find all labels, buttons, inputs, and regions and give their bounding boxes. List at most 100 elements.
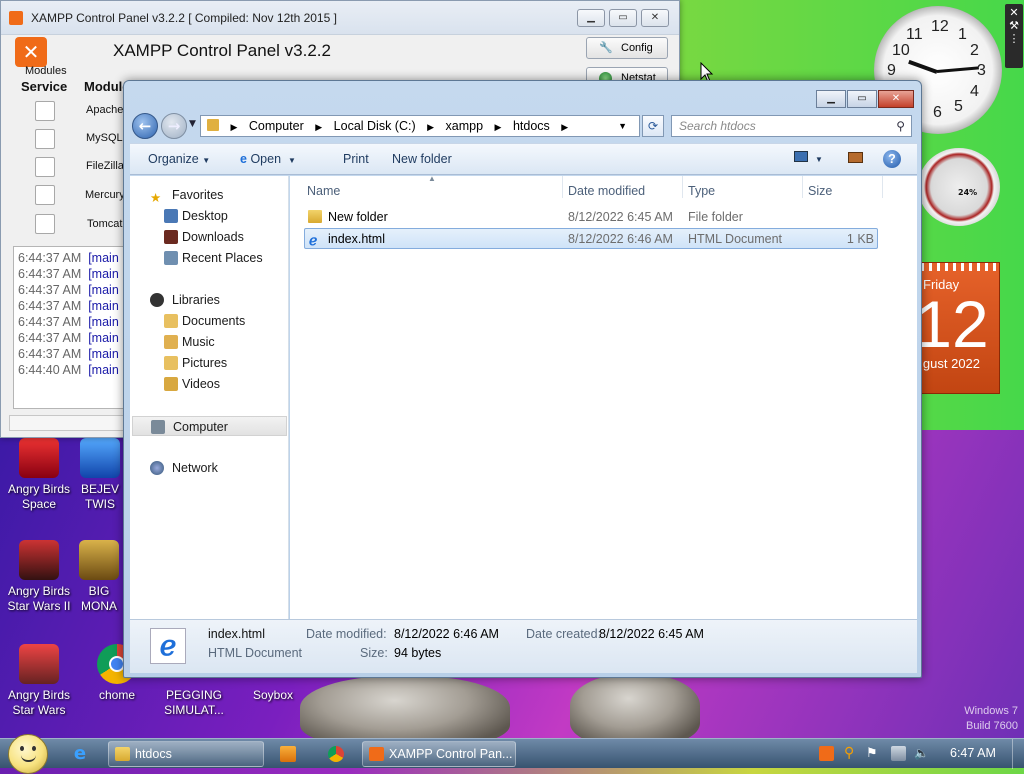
log-time: 6:44:37 AM: [18, 315, 82, 329]
desktop-icon-big-money[interactable]: BIG MONA: [70, 540, 128, 614]
search-input[interactable]: Search htdocs ⚲: [671, 115, 912, 137]
service-checkbox-tomcat[interactable]: [35, 214, 55, 234]
service-column-header: Service: [21, 79, 68, 94]
log-line: 6:44:37 AM [main: [18, 266, 138, 282]
column-header-size[interactable]: Size: [808, 184, 832, 198]
new-folder-button[interactable]: New folder: [392, 152, 452, 166]
xampp-titlebar[interactable]: XAMPP Control Panel v3.2.2 [ Compiled: N…: [1, 1, 679, 35]
nav-item-videos[interactable]: Videos: [164, 374, 220, 394]
file-date: 8/12/2022 6:46 AM: [568, 232, 673, 246]
close-button[interactable]: ✕: [878, 90, 914, 108]
address-dropdown-icon[interactable]: ▼: [618, 116, 627, 136]
internet-explorer-taskbar-icon[interactable]: e: [70, 744, 90, 764]
maximize-button[interactable]: ▭: [609, 9, 637, 27]
desktop-icon-bejeweled[interactable]: BEJEV TWIS: [70, 438, 130, 512]
log-time: 6:44:37 AM: [18, 331, 82, 345]
explorer-window[interactable]: ▁ ▭ ✕ ← → ▼ ▶ Computer ▶ Local Disk (C:)…: [123, 80, 922, 678]
cpu-meter-gadget[interactable]: 24%: [918, 148, 1000, 226]
refresh-button[interactable]: ⟳: [642, 115, 664, 137]
nav-item-desktop[interactable]: Desktop: [164, 206, 228, 226]
taskbar-clock[interactable]: 6:47 AM: [950, 746, 996, 760]
print-button[interactable]: Print: [343, 152, 369, 166]
breadcrumb-separator-icon[interactable]: ▶: [561, 122, 568, 132]
nav-item-pictures[interactable]: Pictures: [164, 353, 227, 373]
xampp-tray-icon[interactable]: [819, 746, 834, 761]
maximize-button[interactable]: ▭: [847, 90, 877, 108]
breadcrumb-separator-icon[interactable]: ▶: [495, 122, 502, 132]
grip-icon[interactable]: ⋮: [1005, 32, 1023, 45]
back-button[interactable]: ←: [132, 113, 158, 139]
desktop-icon-angry-birds-space[interactable]: Angry Birds Space: [0, 438, 78, 512]
search-tray-icon[interactable]: ⚲: [844, 746, 859, 761]
gadget-toolbar[interactable]: ✕ ⚒ ⋮: [1005, 4, 1023, 68]
log-line: 6:44:40 AM [main: [18, 362, 138, 378]
nav-item-downloads[interactable]: Downloads: [164, 227, 244, 247]
nav-item-favorites[interactable]: ★ Favorites: [150, 185, 223, 205]
log-time: 6:44:37 AM: [18, 283, 82, 297]
breadcrumb-htdocs[interactable]: htdocs: [513, 119, 550, 133]
desktop-icon-angry-birds-star-wars-ii[interactable]: Angry Birds Star Wars II: [0, 540, 78, 614]
calendar-rings: [921, 263, 999, 271]
log-time: 6:44:37 AM: [18, 299, 82, 313]
breadcrumb-computer[interactable]: Computer: [249, 119, 304, 133]
recent-pages-chevron-icon[interactable]: ▼: [189, 119, 196, 129]
nav-item-network[interactable]: Network: [150, 458, 218, 478]
breadcrumb-separator-icon[interactable]: ▶: [230, 122, 237, 132]
search-icon[interactable]: ⚲: [896, 116, 905, 136]
column-header-name[interactable]: Name: [307, 184, 340, 198]
forward-button[interactable]: →: [161, 113, 187, 139]
music-icon: [164, 335, 178, 349]
nav-item-music[interactable]: Music: [164, 332, 215, 352]
taskbar-xampp[interactable]: XAMPP Control Pan...: [362, 741, 516, 767]
view-options-button[interactable]: ▼: [794, 151, 823, 165]
service-checkbox-mysql[interactable]: [35, 129, 55, 149]
nav-item-documents[interactable]: Documents: [164, 311, 245, 331]
file-row[interactable]: New folder 8/12/2022 6:45 AM File folder: [304, 207, 878, 228]
help-icon[interactable]: ?: [883, 150, 901, 168]
calendar-gadget[interactable]: Friday 12 August 2022: [920, 262, 1000, 394]
volume-icon[interactable]: 🔈: [914, 746, 929, 761]
column-header-type[interactable]: Type: [688, 184, 715, 198]
nav-label: Network: [172, 461, 218, 475]
network-tray-icon[interactable]: [891, 746, 906, 761]
module-name: Apache: [86, 104, 124, 116]
minimize-button[interactable]: ▁: [816, 90, 846, 108]
breadcrumb-separator-icon[interactable]: ▶: [427, 122, 434, 132]
action-center-flag-icon[interactable]: ⚑: [866, 746, 881, 761]
wrench-icon[interactable]: ⚒: [1005, 19, 1023, 32]
preview-pane-button[interactable]: [848, 152, 863, 166]
start-button[interactable]: [8, 734, 48, 774]
log-time: 6:44:37 AM: [18, 251, 82, 265]
desktop-icon: [164, 209, 178, 223]
breadcrumb-local-disk[interactable]: Local Disk (C:): [334, 119, 416, 133]
nav-item-computer[interactable]: Computer: [132, 416, 287, 436]
organize-menu[interactable]: Organize ▼: [148, 152, 210, 166]
file-row-selected[interactable]: ℯ index.html 8/12/2022 6:46 AM HTML Docu…: [304, 228, 878, 249]
hour-hand: [908, 59, 938, 74]
icon-label: chome: [98, 688, 136, 702]
navigation-pane: ★ Favorites Desktop Downloads Recent Plac…: [130, 176, 289, 619]
service-checkbox-apache[interactable]: [35, 101, 55, 121]
config-button[interactable]: 🔧 Config: [586, 37, 668, 59]
desktop-icon-angry-birds-star-wars[interactable]: Angry Birds Star Wars: [0, 644, 78, 718]
taskbar-explorer-htdocs[interactable]: htdocs: [108, 741, 264, 767]
column-header-date[interactable]: Date modified: [568, 184, 645, 198]
breadcrumb-separator-icon[interactable]: ▶: [315, 122, 322, 132]
media-player-taskbar-icon[interactable]: [280, 746, 296, 762]
nav-item-libraries[interactable]: Libraries: [150, 290, 220, 310]
module-name: Mercury: [85, 189, 125, 201]
close-button[interactable]: ✕: [641, 9, 669, 27]
chrome-taskbar-icon[interactable]: [328, 746, 344, 762]
open-menu[interactable]: e Open ▼: [240, 152, 296, 166]
nav-item-recent-places[interactable]: Recent Places: [164, 248, 263, 268]
pictures-icon: [164, 356, 178, 370]
documents-icon: [164, 314, 178, 328]
show-desktop-button[interactable]: [1012, 739, 1024, 769]
taskbar: e htdocs XAMPP Control Pan... ⚲ ⚑ 🔈 6:47…: [0, 734, 1024, 774]
address-bar[interactable]: ▶ Computer ▶ Local Disk (C:) ▶ xampp ▶ h…: [200, 115, 640, 137]
service-checkbox-mercury[interactable]: [35, 185, 55, 205]
close-icon[interactable]: ✕: [1005, 6, 1023, 19]
service-checkbox-filezilla[interactable]: [35, 157, 55, 177]
breadcrumb-xampp[interactable]: xampp: [446, 119, 484, 133]
minimize-button[interactable]: ▁: [577, 9, 605, 27]
